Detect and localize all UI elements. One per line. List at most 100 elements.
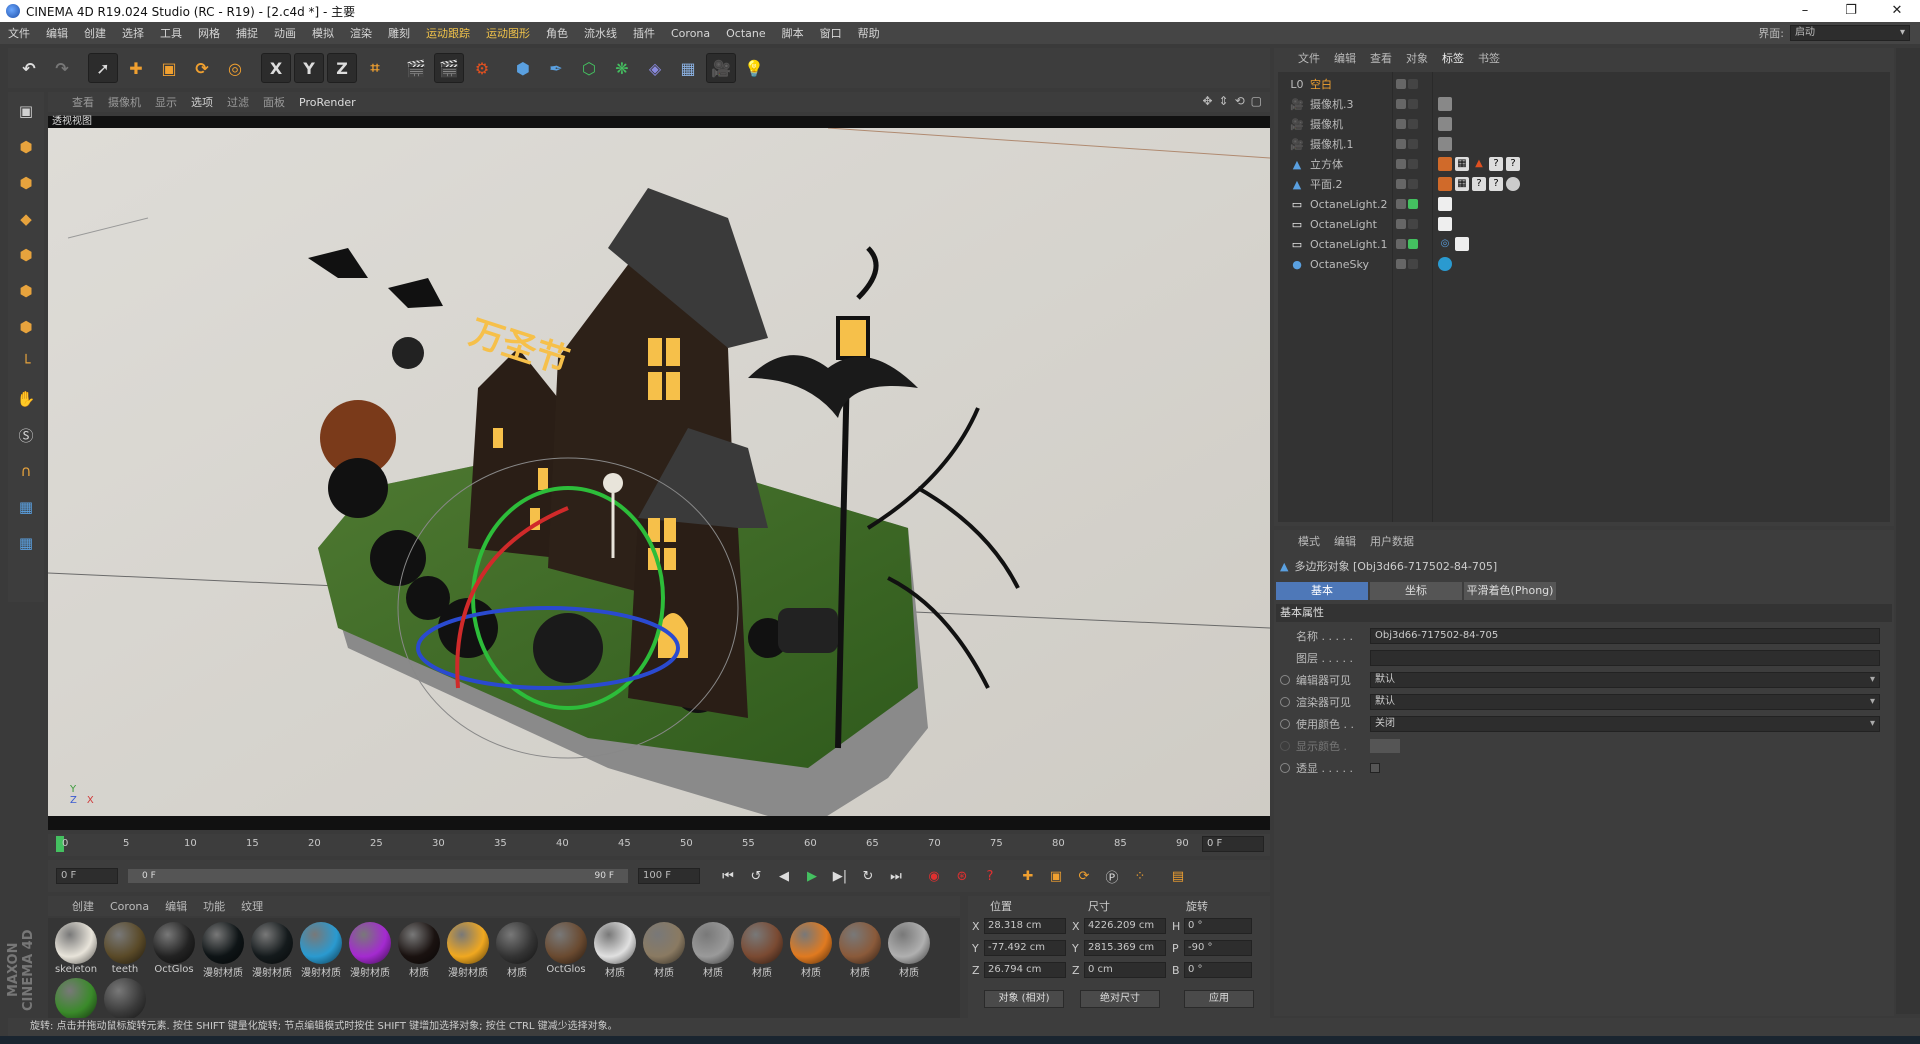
go-to-start-icon[interactable]: ⏮ <box>716 864 740 888</box>
model-mode-icon[interactable]: ⬢ <box>11 132 41 162</box>
pan-icon[interactable]: ✥ <box>1202 94 1212 108</box>
om-menu-bookmarks[interactable]: 书签 <box>1478 50 1500 66</box>
mat-menu-function[interactable]: 功能 <box>203 898 225 914</box>
menu-plugins[interactable]: 插件 <box>625 25 663 41</box>
menu-character[interactable]: 角色 <box>538 25 576 41</box>
next-key-icon[interactable]: ↻ <box>856 864 880 888</box>
auto-key-icon[interactable]: ⊛ <box>950 864 974 888</box>
object-row[interactable]: 🎥 摄像机.3 <box>1278 94 1890 114</box>
menu-help[interactable]: 帮助 <box>850 25 888 41</box>
z-axis-lock-icon[interactable]: Z <box>327 53 357 83</box>
object-flags[interactable] <box>1396 199 1418 209</box>
am-menu-edit[interactable]: 编辑 <box>1334 533 1356 549</box>
animate-radio[interactable] <box>1280 697 1290 707</box>
right-side-tab-strip[interactable] <box>1896 48 1920 1014</box>
key-scale-icon[interactable]: ▣ <box>1044 864 1068 888</box>
tab-basic[interactable]: 基本 <box>1276 582 1368 600</box>
layer-field[interactable] <box>1370 650 1880 666</box>
object-flags[interactable] <box>1396 159 1418 169</box>
missing-material-icon[interactable]: ? <box>1489 157 1503 171</box>
size-y-field[interactable]: 2815.369 cm <box>1084 940 1166 956</box>
vp-menu-display[interactable]: 显示 <box>155 94 177 110</box>
animate-radio[interactable] <box>1280 675 1290 685</box>
orbit-icon[interactable]: ⟲ <box>1235 94 1245 108</box>
target-tag-icon[interactable]: ◎ <box>1438 237 1452 251</box>
material-thumbnail[interactable]: 材质 <box>789 922 833 979</box>
object-row[interactable]: L0 空白 <box>1278 74 1890 94</box>
material-thumbnail[interactable]: OctGlos <box>544 922 588 978</box>
render-settings-icon[interactable]: ⚙ <box>467 53 497 83</box>
menu-animate[interactable]: 动画 <box>266 25 304 41</box>
material-tag-icon[interactable] <box>1506 177 1520 191</box>
record-keys-icon[interactable]: ◉ <box>922 864 946 888</box>
object-name[interactable]: 摄像机 <box>1310 116 1400 132</box>
menu-edit[interactable]: 编辑 <box>38 25 76 41</box>
move-tool-icon[interactable]: ✚ <box>121 53 151 83</box>
menu-mesh[interactable]: 网格 <box>190 25 228 41</box>
menu-pipeline[interactable]: 流水线 <box>576 25 625 41</box>
missing-material-icon[interactable]: ? <box>1489 177 1503 191</box>
om-menu-tags[interactable]: 标签 <box>1442 50 1464 66</box>
object-flags[interactable] <box>1396 219 1418 229</box>
end-frame-field[interactable]: 100 F <box>638 868 700 884</box>
octane-light-tag-icon[interactable] <box>1455 237 1469 251</box>
material-thumbnail[interactable]: 材质 <box>642 922 686 979</box>
points-mode-icon[interactable]: ⬢ <box>11 240 41 270</box>
phong-tag-icon[interactable] <box>1438 177 1452 191</box>
object-name[interactable]: 摄像机.3 <box>1310 96 1400 112</box>
material-thumbnail[interactable]: 漫射材质 <box>250 922 294 979</box>
display-color-swatch[interactable] <box>1370 739 1400 753</box>
rotation-b-field[interactable]: 0 ° <box>1184 962 1252 978</box>
recent-tool-icon[interactable]: ◎ <box>220 53 250 83</box>
close-button[interactable]: ✕ <box>1874 0 1920 22</box>
missing-material-icon[interactable]: ? <box>1506 157 1520 171</box>
tab-phong[interactable]: 平滑着色(Phong) <box>1464 582 1556 600</box>
undo-icon[interactable]: ↶ <box>14 53 44 83</box>
vp-menu-prorender[interactable]: ProRender <box>299 96 356 109</box>
mat-menu-edit[interactable]: 编辑 <box>165 898 187 914</box>
render-to-picture-viewer-icon[interactable]: 🎬 <box>434 53 464 83</box>
om-menu-edit[interactable]: 编辑 <box>1334 50 1356 66</box>
tweak-mode-icon[interactable]: ✋ <box>11 384 41 414</box>
rotation-h-field[interactable]: 0 ° <box>1184 918 1252 934</box>
object-flags[interactable] <box>1396 239 1418 249</box>
om-menu-view[interactable]: 查看 <box>1370 50 1392 66</box>
menu-octane[interactable]: Octane <box>718 27 774 40</box>
vp-menu-filter[interactable]: 过滤 <box>227 94 249 110</box>
object-name[interactable]: OctaneSky <box>1310 258 1400 271</box>
object-name[interactable]: 空白 <box>1310 76 1400 92</box>
object-flags[interactable] <box>1396 139 1418 149</box>
vp-menu-camera[interactable]: 摄像机 <box>108 94 141 110</box>
material-thumbnail[interactable]: teeth <box>103 922 147 978</box>
vp-menu-view[interactable]: 查看 <box>72 94 94 110</box>
menu-create[interactable]: 创建 <box>76 25 114 41</box>
menu-render[interactable]: 渲染 <box>342 25 380 41</box>
material-thumbnail[interactable]: 材质 <box>691 922 735 979</box>
menu-simulate[interactable]: 模拟 <box>304 25 342 41</box>
position-x-field[interactable]: 28.318 cm <box>984 918 1066 934</box>
deformer-icon[interactable]: ◈ <box>640 53 670 83</box>
object-row[interactable]: ▭ OctaneLight.1 ◎ <box>1278 234 1890 254</box>
am-menu-mode[interactable]: 模式 <box>1298 533 1320 549</box>
light-icon[interactable]: 💡 <box>739 53 769 83</box>
restore-button[interactable]: ❐ <box>1828 0 1874 22</box>
octane-light-tag-icon[interactable] <box>1438 217 1452 231</box>
protection-tag-icon[interactable] <box>1438 117 1452 131</box>
make-editable-icon[interactable]: ▣ <box>11 96 41 126</box>
texture-mode-icon[interactable]: ⬢ <box>11 168 41 198</box>
missing-material-icon[interactable]: ? <box>1472 177 1486 191</box>
phong-tag-icon[interactable] <box>1438 157 1452 171</box>
material-thumbnail[interactable]: 材质 <box>593 922 637 979</box>
menu-select[interactable]: 选择 <box>114 25 152 41</box>
material-thumbnail[interactable]: 材质 <box>495 922 539 979</box>
protection-tag-icon[interactable] <box>1438 97 1452 111</box>
select-tool-icon[interactable]: ➚ <box>88 53 118 83</box>
key-rotation-icon[interactable]: ⟳ <box>1072 864 1096 888</box>
camera-icon[interactable]: 🎥 <box>706 53 736 83</box>
current-frame-field[interactable]: 0 F <box>1202 836 1264 852</box>
render-view-icon[interactable]: 🎬 <box>401 53 431 83</box>
menu-script[interactable]: 脚本 <box>774 25 812 41</box>
position-y-field[interactable]: -77.492 cm <box>984 940 1066 956</box>
menu-mograph[interactable]: 运动图形 <box>478 25 538 41</box>
object-flags[interactable] <box>1396 99 1418 109</box>
